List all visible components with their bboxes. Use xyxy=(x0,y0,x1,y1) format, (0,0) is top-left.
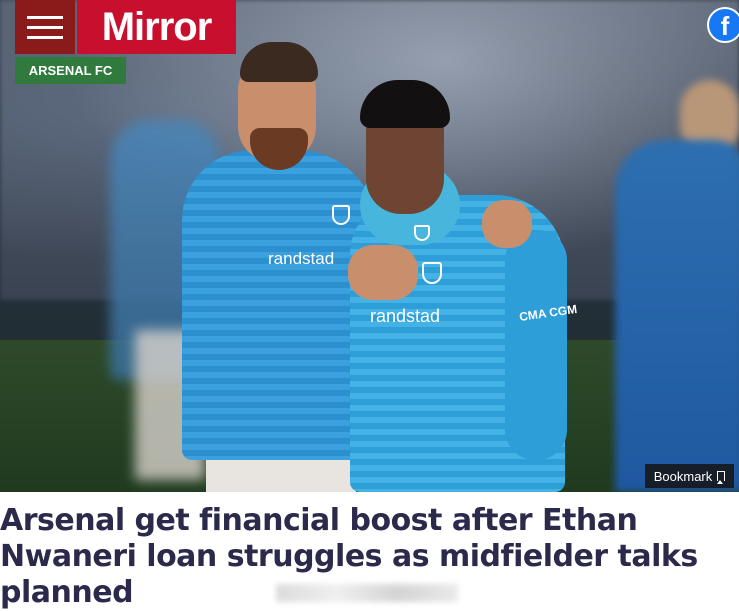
player-right-arm xyxy=(505,230,567,460)
background-player-right xyxy=(615,140,739,492)
menu-button[interactable] xyxy=(15,0,75,54)
kit-sponsor-text: randstad xyxy=(268,249,335,268)
kit-sponsor-text: randstad xyxy=(370,306,441,326)
obscured-overlay xyxy=(276,584,458,602)
hamburger-menu-icon xyxy=(27,25,63,29)
player-left-hand xyxy=(348,245,418,300)
bookmark-label: Bookmark xyxy=(653,468,713,484)
bookmark-icon xyxy=(717,471,726,484)
club-crest-icon xyxy=(414,225,430,241)
club-crest-icon xyxy=(422,262,442,284)
hamburger-menu-icon xyxy=(27,35,63,39)
facebook-share-button[interactable]: f xyxy=(707,7,739,43)
club-crest-icon xyxy=(332,205,350,225)
section-badge-arsenal[interactable]: ARSENAL FC xyxy=(15,57,126,84)
player-left-hand-shoulder xyxy=(482,200,532,248)
facebook-icon: f xyxy=(720,11,730,41)
hamburger-menu-icon xyxy=(27,15,63,19)
player-left-jacket xyxy=(182,150,377,460)
bookmark-button[interactable]: Bookmark xyxy=(645,464,734,488)
mirror-logo[interactable]: Mirror xyxy=(77,0,236,54)
